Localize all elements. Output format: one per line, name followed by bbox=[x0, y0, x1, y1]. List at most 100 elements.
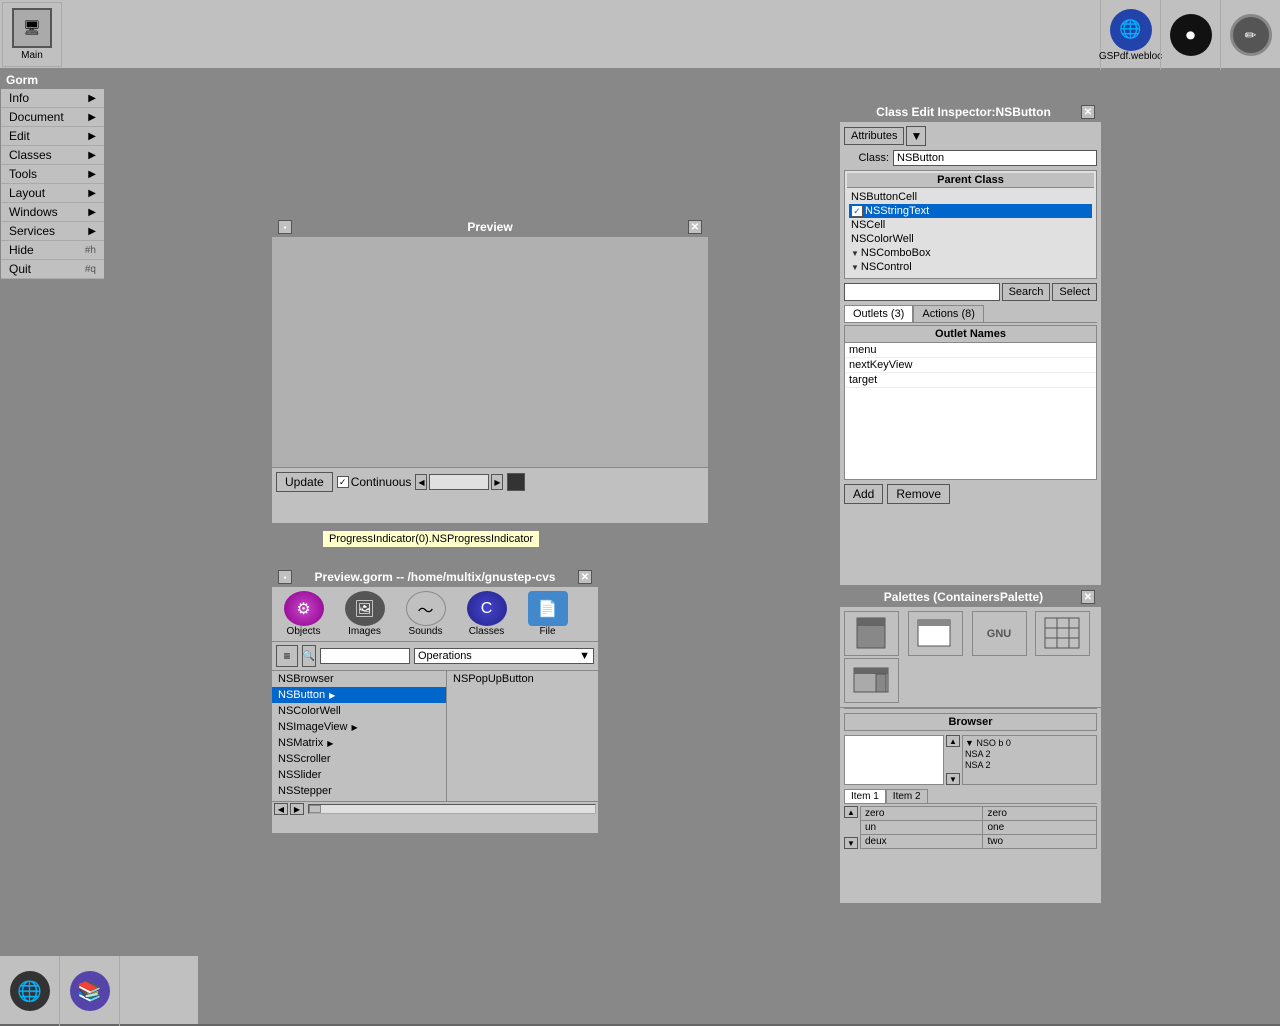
parent-class-item-0[interactable]: NSButtonCell bbox=[849, 190, 1092, 204]
outlet-item-target[interactable]: target bbox=[845, 373, 1096, 388]
list-item-nsbrowser[interactable]: NSBrowser bbox=[272, 671, 446, 687]
progress-slider[interactable] bbox=[429, 474, 489, 490]
item-tab-1[interactable]: Item 1 bbox=[844, 789, 886, 803]
continuous-checkbox[interactable]: ✓ bbox=[337, 476, 349, 488]
browser-down-btn[interactable]: ▼ bbox=[946, 773, 960, 785]
add-button[interactable]: Add bbox=[844, 484, 883, 504]
main-taskbar-icon[interactable]: 🖥 Main bbox=[2, 2, 62, 67]
images-tab-icon[interactable]: 🖼 Images bbox=[337, 591, 392, 637]
list-item-nsmatrix-label: NSMatrix bbox=[278, 737, 323, 749]
item-tab-2[interactable]: Item 2 bbox=[886, 789, 928, 803]
table-down-btn[interactable]: ▼ bbox=[844, 837, 858, 849]
parent-class-triangle-4: ▼ bbox=[851, 249, 859, 258]
outlet-item-menu[interactable]: menu bbox=[845, 343, 1096, 358]
table-up-btn[interactable]: ▲ bbox=[844, 806, 858, 818]
sounds-tab-icon[interactable]: 〜 Sounds bbox=[398, 591, 453, 637]
browser-item-1: NSA 2 bbox=[965, 749, 1094, 759]
slider-left-btn[interactable]: ◀ bbox=[415, 474, 427, 490]
parent-class-item-4[interactable]: ▼ NSComboBox bbox=[849, 246, 1092, 260]
menu-item-classes[interactable]: Classes ▶ bbox=[1, 146, 104, 165]
inspector-close-btn[interactable]: ✕ bbox=[1081, 105, 1095, 119]
attributes-tab-btn[interactable]: Attributes bbox=[844, 127, 904, 145]
web-icon[interactable]: 🌐 GSPdf.webloc bbox=[1100, 0, 1160, 70]
scroll-left-btn[interactable]: ◀ bbox=[274, 803, 288, 815]
list-item-nsslider[interactable]: NSSlider bbox=[272, 767, 446, 783]
menu-item-services[interactable]: Services ▶ bbox=[1, 222, 104, 241]
browser-left-pane bbox=[844, 735, 944, 785]
file-tab-icon[interactable]: 📄 File bbox=[520, 591, 575, 637]
menu-item-quit[interactable]: Quit #q bbox=[1, 260, 104, 279]
menu-item-windows[interactable]: Windows ▶ bbox=[1, 203, 104, 222]
media-icon[interactable]: ⏺ bbox=[1160, 0, 1220, 70]
scroll-right-btn[interactable]: ▶ bbox=[290, 803, 304, 815]
operations-label: Operations bbox=[418, 650, 472, 662]
palette-icon-2[interactable]: GNU bbox=[972, 611, 1027, 656]
table-row-0[interactable]: zero zero bbox=[861, 807, 1097, 821]
operations-dropdown[interactable]: Operations ▼ bbox=[414, 648, 594, 664]
gorm-list-right: NSPopUpButton bbox=[447, 671, 598, 801]
outlets-tab[interactable]: Outlets (3) bbox=[844, 305, 913, 322]
classes-tab-icon[interactable]: C Classes bbox=[459, 591, 514, 637]
menu-item-hide-shortcut: #h bbox=[85, 245, 96, 256]
inspector-title: Class Edit Inspector:NSButton bbox=[846, 105, 1081, 119]
menu-item-tools[interactable]: Tools ▶ bbox=[1, 165, 104, 184]
scroll-track[interactable] bbox=[308, 804, 596, 814]
outlet-names-box: Outlet Names menu nextKeyView target bbox=[844, 325, 1097, 480]
menu-item-classes-label: Classes bbox=[9, 148, 52, 162]
palette-icon-1[interactable] bbox=[908, 611, 963, 656]
settings-icon-area[interactable]: ✏ bbox=[1220, 0, 1280, 70]
list-item-nspopupbutton[interactable]: NSPopUpButton bbox=[447, 671, 598, 687]
palette-icon-3[interactable] bbox=[1035, 611, 1090, 656]
list-item-nsstepper[interactable]: NSStepper bbox=[272, 783, 446, 799]
list-item-nsbutton-arrow: ▶ bbox=[329, 691, 335, 700]
select-button[interactable]: Select bbox=[1052, 283, 1097, 301]
list-item-nsmatrix[interactable]: NSMatrix ▶ bbox=[272, 735, 446, 751]
menu-item-edit[interactable]: Edit ▶ bbox=[1, 127, 104, 146]
menu-item-tools-label: Tools bbox=[9, 167, 37, 181]
parent-class-item-2[interactable]: NSCell bbox=[849, 218, 1092, 232]
ops-search-input[interactable] bbox=[320, 648, 410, 664]
gorm-ops-bar: ≡ 🔍 Operations ▼ bbox=[272, 642, 598, 671]
scroll-thumb[interactable] bbox=[309, 805, 321, 813]
list-item-nscolorwell[interactable]: NSColorWell bbox=[272, 703, 446, 719]
preview-titlebar: ▪ Preview ✕ bbox=[272, 217, 708, 237]
menu-item-layout[interactable]: Layout ▶ bbox=[1, 184, 104, 203]
actions-tab[interactable]: Actions (8) bbox=[913, 305, 984, 322]
list-item-nsbutton[interactable]: NSButton ▶ bbox=[272, 687, 446, 703]
bottom-books-icon[interactable]: 📚 bbox=[60, 956, 120, 1026]
palettes-close-btn[interactable]: ✕ bbox=[1081, 590, 1095, 604]
palette-icon-4[interactable] bbox=[844, 658, 899, 703]
objects-tab-icon[interactable]: ⚙ Objects bbox=[276, 591, 331, 637]
preview-grip[interactable]: ▪ bbox=[278, 220, 292, 234]
inspector-menu-btn[interactable]: ▼ bbox=[906, 126, 926, 146]
gorm-objects-close-btn[interactable]: ✕ bbox=[578, 570, 592, 584]
gorm-grip[interactable]: ▪ bbox=[278, 570, 292, 584]
parent-class-label-1: NSStringText bbox=[865, 205, 929, 217]
search-input[interactable] bbox=[844, 283, 1000, 301]
preview-close-btn[interactable]: ✕ bbox=[688, 220, 702, 234]
menu-item-info[interactable]: Info ▶ bbox=[1, 89, 104, 108]
bottom-network-icon[interactable]: 🌐 bbox=[0, 956, 60, 1026]
parent-class-item-3[interactable]: NSColorWell bbox=[849, 232, 1092, 246]
search-button[interactable]: Search bbox=[1002, 283, 1051, 301]
palette-svg-4 bbox=[852, 663, 892, 698]
browser-up-btn[interactable]: ▲ bbox=[946, 735, 960, 747]
gorm-list-pane: NSBrowser NSButton ▶ NSColorWell NSImage… bbox=[272, 671, 598, 801]
menu-item-hide[interactable]: Hide #h bbox=[1, 241, 104, 260]
list-item-nsimageview[interactable]: NSImageView ▶ bbox=[272, 719, 446, 735]
slider-right-btn[interactable]: ▶ bbox=[491, 474, 503, 490]
remove-button[interactable]: Remove bbox=[887, 484, 950, 504]
update-button[interactable]: Update bbox=[276, 472, 333, 492]
table-row-1[interactable]: un one bbox=[861, 821, 1097, 835]
parent-class-item-1[interactable]: ✓ NSStringText bbox=[849, 204, 1092, 218]
outlet-item-nextKeyView[interactable]: nextKeyView bbox=[845, 358, 1096, 373]
search-toggle-btn[interactable]: 🔍 bbox=[302, 645, 316, 667]
parent-class-item-5[interactable]: ▼ NSControl bbox=[849, 260, 1092, 274]
list-item-nsstepper-label: NSStepper bbox=[278, 785, 332, 797]
class-field-input[interactable] bbox=[893, 150, 1097, 166]
menu-item-document[interactable]: Document ▶ bbox=[1, 108, 104, 127]
list-view-button[interactable]: ≡ bbox=[276, 645, 298, 667]
palette-icon-0[interactable] bbox=[844, 611, 899, 656]
list-item-nsscroller[interactable]: NSScroller bbox=[272, 751, 446, 767]
table-row-2[interactable]: deux two bbox=[861, 835, 1097, 849]
